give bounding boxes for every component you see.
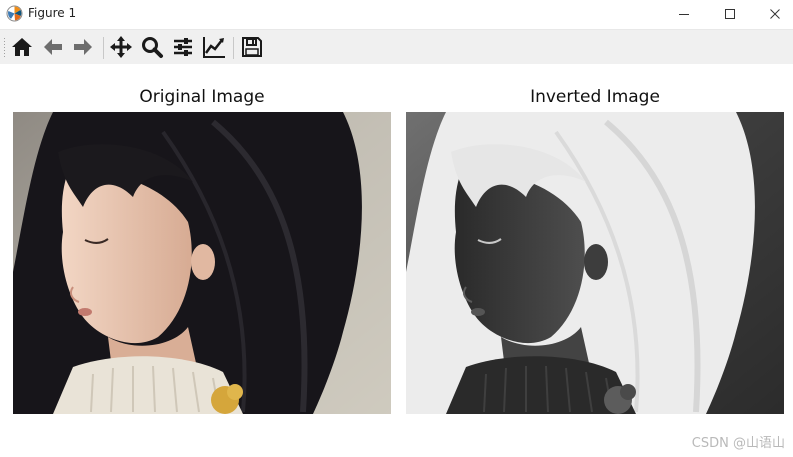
back-arrow-icon (44, 39, 62, 55)
pan-icon (110, 36, 132, 58)
save-button[interactable] (239, 34, 265, 60)
maximize-icon (725, 9, 735, 19)
window-title: Figure 1 (28, 6, 77, 20)
home-icon (12, 38, 32, 56)
maximize-button[interactable] (707, 0, 753, 28)
minimize-icon (679, 14, 689, 15)
subplot-title-original: Original Image (139, 87, 265, 107)
figure-canvas[interactable]: Original Image Inverted Image CSDN @山语山 (0, 64, 793, 457)
portrait-original-image (13, 112, 391, 414)
close-icon (770, 9, 780, 19)
portrait-inverted-image (406, 112, 784, 414)
edit-axis-icon (203, 37, 225, 58)
close-button[interactable] (752, 0, 793, 28)
configure-subplots-icon (174, 38, 192, 56)
subplot-title-inverted: Inverted Image (530, 87, 660, 107)
zoom-icon (142, 37, 163, 58)
edit-axis-button[interactable] (201, 34, 227, 60)
minimize-button[interactable] (661, 0, 707, 28)
forward-arrow-icon (74, 39, 92, 55)
inverted-image (406, 112, 784, 414)
toolbar-separator (233, 37, 234, 59)
original-image (13, 112, 391, 414)
pan-button[interactable] (108, 34, 134, 60)
home-button[interactable] (9, 34, 35, 60)
csdn-watermark: CSDN @山语山 (691, 436, 785, 451)
matplotlib-app-icon (6, 5, 23, 22)
window-title-bar: Figure 1 (0, 0, 793, 28)
toolbar-separator (103, 37, 104, 59)
save-icon (242, 37, 262, 57)
zoom-button[interactable] (139, 34, 165, 60)
toolbar-grip[interactable] (3, 37, 6, 59)
configure-subplots-button[interactable] (170, 34, 196, 60)
navigation-toolbar (0, 29, 793, 65)
forward-button[interactable] (70, 34, 96, 60)
back-button[interactable] (40, 34, 66, 60)
